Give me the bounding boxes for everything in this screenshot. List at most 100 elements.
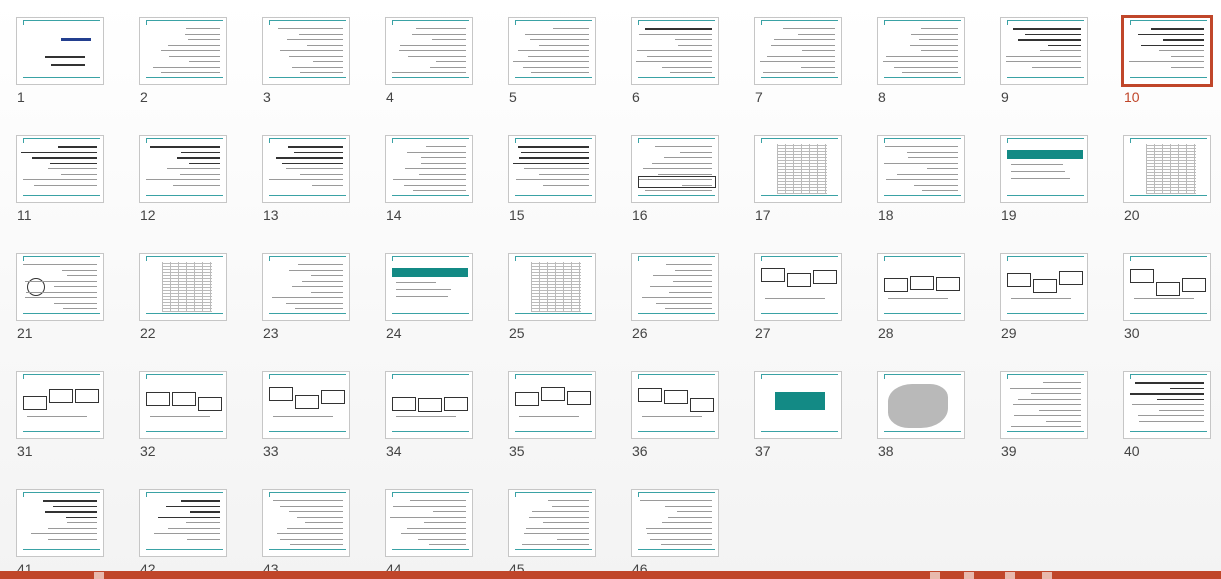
slide-thumbnail-13[interactable] (262, 135, 350, 203)
slide-number: 34 (386, 443, 402, 459)
text-line (24, 280, 97, 282)
text-line (557, 538, 589, 540)
text-line (679, 151, 712, 153)
slide-thumbnail-21[interactable] (16, 253, 104, 321)
text-line (22, 179, 97, 180)
normal-view-icon[interactable] (930, 572, 940, 579)
diagram-line (27, 416, 87, 417)
text-line (277, 28, 343, 29)
text-line (66, 275, 97, 276)
text-line (167, 527, 220, 529)
slide-thumbnail-31[interactable] (16, 371, 104, 439)
text-line (419, 173, 466, 175)
slide-thumbnail-35[interactable] (508, 371, 596, 439)
text-line (1171, 66, 1204, 68)
slide-thumbnail-40[interactable] (1123, 371, 1211, 439)
slide-thumbnail-44[interactable] (385, 489, 473, 557)
slideshow-icon[interactable] (1042, 572, 1052, 579)
text-line (649, 286, 712, 287)
slide-thumbnail-4[interactable] (385, 17, 473, 85)
slide-thumbnail-10[interactable] (1121, 15, 1213, 87)
slide-thumbnail-45[interactable] (508, 489, 596, 557)
slide-thumbnail-23[interactable] (262, 253, 350, 321)
slide-thumbnail-38[interactable] (877, 371, 965, 439)
diagram-box (884, 277, 908, 292)
diagram-box (690, 398, 714, 413)
slide-number: 7 (755, 89, 763, 105)
slide-thumbnail-36[interactable] (631, 371, 719, 439)
notes-icon[interactable] (94, 572, 104, 579)
slide-thumbnail-29[interactable] (1000, 253, 1088, 321)
text-line (186, 522, 220, 523)
slide-thumbnail-22[interactable] (139, 253, 227, 321)
diagram-box (1182, 278, 1206, 293)
highlight-box (775, 392, 825, 410)
text-line (645, 28, 712, 30)
text-line (271, 297, 343, 298)
slide-thumbnail-26[interactable] (631, 253, 719, 321)
slide-number: 29 (1001, 325, 1017, 341)
slide-thumbnail-3[interactable] (262, 17, 350, 85)
text-line (531, 72, 589, 73)
text-line (60, 173, 97, 175)
slide-thumbnail-12[interactable] (139, 135, 227, 203)
slide-thumbnail-46[interactable] (631, 489, 719, 557)
slide-thumbnail-41[interactable] (16, 489, 104, 557)
slide-thumbnail-42[interactable] (139, 489, 227, 557)
slide-thumbnail-34[interactable] (385, 371, 473, 439)
slide-thumbnail-27[interactable] (754, 253, 842, 321)
slide-thumbnail-30[interactable] (1123, 253, 1211, 321)
text-line (652, 162, 712, 164)
slide-thumbnail-17[interactable] (754, 135, 842, 203)
slide-thumbnail-20[interactable] (1123, 135, 1211, 203)
slide-thumbnail-15[interactable] (508, 135, 596, 203)
slide-thumbnail-7[interactable] (754, 17, 842, 85)
slide-number: 13 (263, 207, 279, 223)
text-line (418, 538, 466, 540)
slide-number: 14 (386, 207, 402, 223)
text-line (302, 280, 343, 282)
text-line (289, 269, 343, 271)
text-line (48, 168, 97, 169)
text-line (22, 264, 97, 265)
slide-thumbnail-33[interactable] (262, 371, 350, 439)
slide-thumbnail-8[interactable] (877, 17, 965, 85)
slide-thumbnail-24[interactable] (385, 253, 473, 321)
slide-thumbnail-43[interactable] (262, 489, 350, 557)
slide-thumbnail-5[interactable] (508, 17, 596, 85)
text-line (1158, 409, 1204, 411)
text-line (638, 33, 712, 35)
slide-thumbnail-39[interactable] (1000, 371, 1088, 439)
text-line (299, 72, 343, 73)
slide-thumbnail-9[interactable] (1000, 17, 1088, 85)
diagram-box (172, 391, 196, 406)
slide-number: 15 (509, 207, 525, 223)
text-line (639, 179, 712, 180)
slide-number: 11 (17, 207, 32, 223)
slide-thumbnail-28[interactable] (877, 253, 965, 321)
slide-thumbnail-25[interactable] (508, 253, 596, 321)
text-line (146, 179, 220, 180)
text-line (644, 190, 712, 191)
slide-thumbnail-2[interactable] (139, 17, 227, 85)
slide-thumbnail-1[interactable] (16, 17, 104, 85)
text-line (54, 286, 97, 287)
slide-thumbnail-11[interactable] (16, 135, 104, 203)
text-line (63, 308, 97, 309)
reading-view-icon[interactable] (1005, 572, 1015, 579)
table-row (396, 296, 448, 297)
slide-thumbnail-14[interactable] (385, 135, 473, 203)
slide-thumbnail-19[interactable] (1000, 135, 1088, 203)
table-image (162, 262, 212, 312)
slide-thumbnail-6[interactable] (631, 17, 719, 85)
slide-thumbnail-32[interactable] (139, 371, 227, 439)
slide-thumbnail-37[interactable] (754, 371, 842, 439)
slide-number: 26 (632, 325, 648, 341)
slide-sorter-icon[interactable] (964, 572, 974, 579)
slide-thumbnail-18[interactable] (877, 135, 965, 203)
text-line (1010, 387, 1081, 389)
text-line (1012, 404, 1081, 405)
diagram-box (761, 268, 785, 283)
slide-thumbnail-16[interactable] (631, 135, 719, 203)
text-line (1018, 39, 1081, 41)
